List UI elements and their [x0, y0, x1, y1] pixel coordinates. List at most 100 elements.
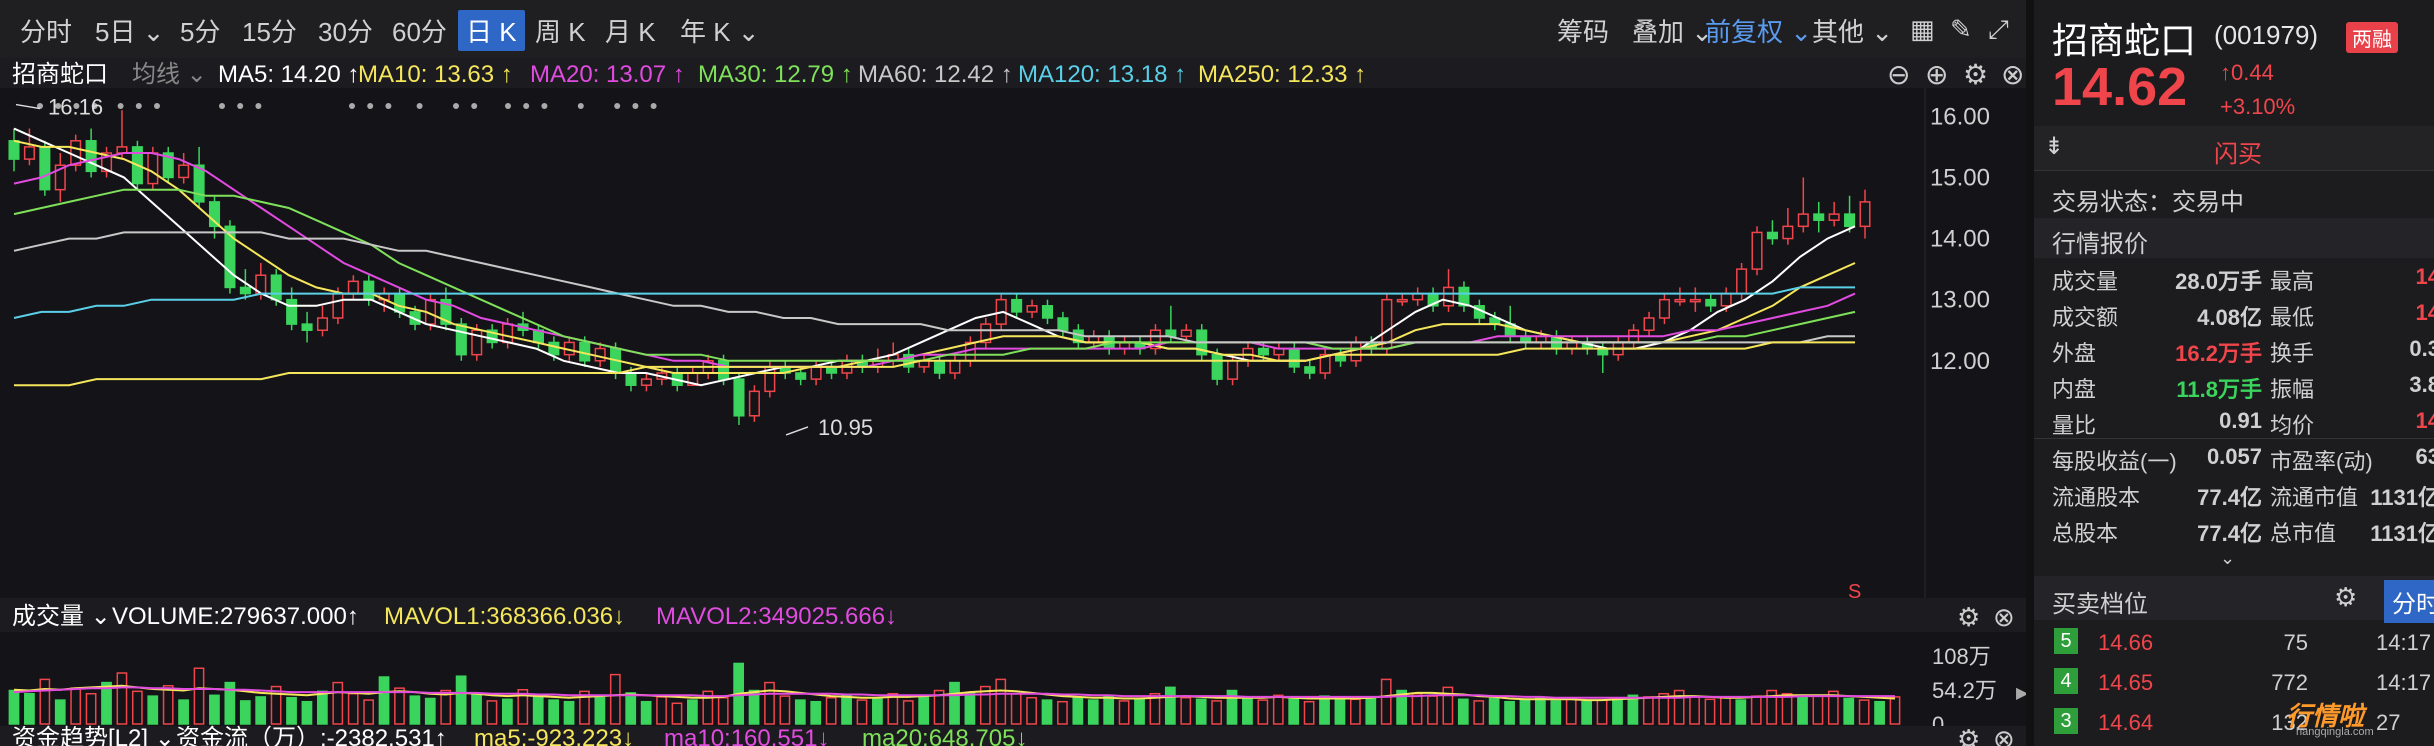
- quote-value: 14: [2415, 300, 2434, 325]
- candle-body: [795, 372, 807, 380]
- volume-legend-item: MAVOL2:349025.666↓: [656, 603, 897, 630]
- panel-divider[interactable]: [2026, 0, 2034, 746]
- plus-icon[interactable]: ⊕: [1925, 59, 1948, 90]
- order-price[interactable]: 14.66: [2098, 630, 2153, 656]
- kline-chart[interactable]: 招商蛇口 均线 ⌄ MA5: 14.20 ↑MA10: 13.63 ↑ MA20: 1…: [0, 58, 2026, 746]
- event-marker-dot: [385, 103, 392, 109]
- tab-daily-k[interactable]: 日 K: [458, 10, 525, 51]
- volume-bar: [1195, 698, 1207, 725]
- fund-legend-item: ma20:648.705↓: [862, 725, 1027, 746]
- price-axis-label: 16.00: [1930, 103, 1990, 130]
- quote-label: 最高: [2270, 269, 2315, 294]
- volume-bar: [1504, 700, 1515, 725]
- quote-value: 28.0万手: [2175, 269, 2262, 294]
- event-marker-dot: [154, 103, 160, 109]
- fund-gear-icon[interactable]: ⚙: [1957, 724, 1980, 746]
- volume-bar: [502, 698, 513, 725]
- other-button[interactable]: 其他 ⌄: [1812, 12, 1893, 49]
- volume-bar: [1843, 697, 1855, 725]
- fullscreen-icon[interactable]: ⤢: [1988, 14, 2009, 46]
- event-marker-dot: [237, 103, 244, 109]
- event-marker-dot: [541, 103, 548, 109]
- event-marker-dot: [505, 103, 511, 109]
- margin-badge[interactable]: 两融: [2346, 22, 2398, 53]
- tab-5min[interactable]: 5分: [180, 12, 220, 49]
- volume-bar: [1319, 695, 1330, 725]
- side-expand-arrow-icon[interactable]: ▶: [2016, 685, 2026, 702]
- volume-axis-label: 108万: [1932, 644, 1991, 669]
- candle-body: [85, 140, 97, 173]
- timeshare-tab[interactable]: 分时: [2384, 580, 2434, 623]
- candle-body: [718, 360, 730, 380]
- fund-close-icon[interactable]: ⊗: [1993, 724, 2015, 746]
- chips-button[interactable]: 筹码: [1557, 12, 1609, 49]
- tab-timeshare[interactable]: 分时: [20, 12, 72, 49]
- order-volume: 75: [2283, 630, 2308, 655]
- candle-body: [640, 378, 652, 386]
- candle-body: [625, 372, 637, 386]
- volume-legend-item: MAVOL1:368366.036↓: [384, 603, 625, 630]
- volume-bar: [964, 692, 976, 725]
- volume-bar: [471, 692, 482, 725]
- adjust-button[interactable]: 前复权 ⌄: [1705, 12, 1812, 49]
- candle-body: [1396, 298, 1408, 303]
- flash-buy-button[interactable]: 闪买: [2214, 134, 2262, 169]
- legend-stock-name: 招商蛇口: [12, 61, 108, 88]
- orderbook-gear-icon[interactable]: ⚙: [2334, 582, 2357, 613]
- expand-chevron-icon[interactable]: ⌄: [2220, 548, 2235, 569]
- order-price[interactable]: 14.65: [2098, 670, 2153, 696]
- fund-legend-item: ma10:160.551↓: [664, 725, 829, 746]
- tab-weekly-k[interactable]: 周 K: [535, 12, 586, 49]
- event-marker-dot: [219, 103, 225, 109]
- order-time: 14:17: [2376, 670, 2432, 695]
- pen-icon[interactable]: ✎: [1950, 14, 1972, 45]
- tab-30min[interactable]: 30分: [318, 12, 373, 49]
- volume-bar: [1612, 697, 1623, 725]
- volume-gear-icon[interactable]: ⚙: [1957, 602, 1980, 632]
- candle-body: [748, 390, 760, 417]
- candle-body: [1257, 347, 1269, 356]
- overlay-button[interactable]: 叠加 ⌄: [1632, 12, 1713, 49]
- grid-icon[interactable]: ▦: [1910, 14, 1935, 45]
- event-marker-dot: [349, 103, 355, 109]
- volume-bar: [640, 700, 652, 725]
- volume-close-icon[interactable]: ⊗: [1993, 602, 2015, 632]
- quote-label: 换手: [2270, 341, 2315, 366]
- event-marker-dot: [367, 103, 374, 109]
- minus-icon[interactable]: ⊖: [1887, 59, 1910, 90]
- price-axis-label: 15.00: [1930, 164, 1990, 191]
- volume-bar: [255, 696, 267, 725]
- quote-value: 11.8万手: [2176, 377, 2262, 402]
- volume-bar: [1874, 700, 1885, 725]
- price-axis-label: 12.00: [1930, 348, 1990, 375]
- volume-bar: [1288, 698, 1300, 725]
- quote-label: 流通股本: [2052, 485, 2141, 510]
- volume-bar: [301, 700, 313, 725]
- volume-bar: [1519, 699, 1531, 725]
- collapse-icon[interactable]: ⇟: [2044, 132, 2064, 161]
- volume-bar: [1797, 696, 1808, 725]
- event-marker-dot: [135, 103, 142, 109]
- ma-legend-item: MA120: 13.18 ↑: [1018, 61, 1186, 88]
- quote-label: 最低: [2270, 305, 2315, 330]
- candle-body: [1288, 347, 1300, 368]
- candle-body: [178, 164, 190, 179]
- volume-bar: [424, 697, 436, 725]
- tab-monthly-k[interactable]: 月 K: [605, 12, 656, 49]
- tab-yearly-k[interactable]: 年 K ⌄: [680, 12, 760, 49]
- volume-axis-label: 54.2万: [1932, 678, 1997, 703]
- order-price[interactable]: 14.64: [2098, 710, 2153, 736]
- gear-icon[interactable]: ⚙: [1963, 59, 1988, 90]
- tab-5day[interactable]: 5日 ⌄: [95, 12, 164, 49]
- event-marker-dot: [632, 103, 639, 109]
- volume-bar: [378, 676, 390, 725]
- tab-15min[interactable]: 15分: [242, 12, 297, 49]
- candle-body: [1689, 298, 1701, 303]
- candle-body: [1041, 305, 1054, 319]
- volume-bar: [625, 692, 637, 725]
- close-icon[interactable]: ⊗: [2001, 59, 2024, 90]
- quote-label: 总股本: [2052, 521, 2119, 546]
- quote-value: 63: [2415, 444, 2434, 469]
- volume-bar: [949, 681, 960, 725]
- tab-60min[interactable]: 60分: [392, 12, 447, 49]
